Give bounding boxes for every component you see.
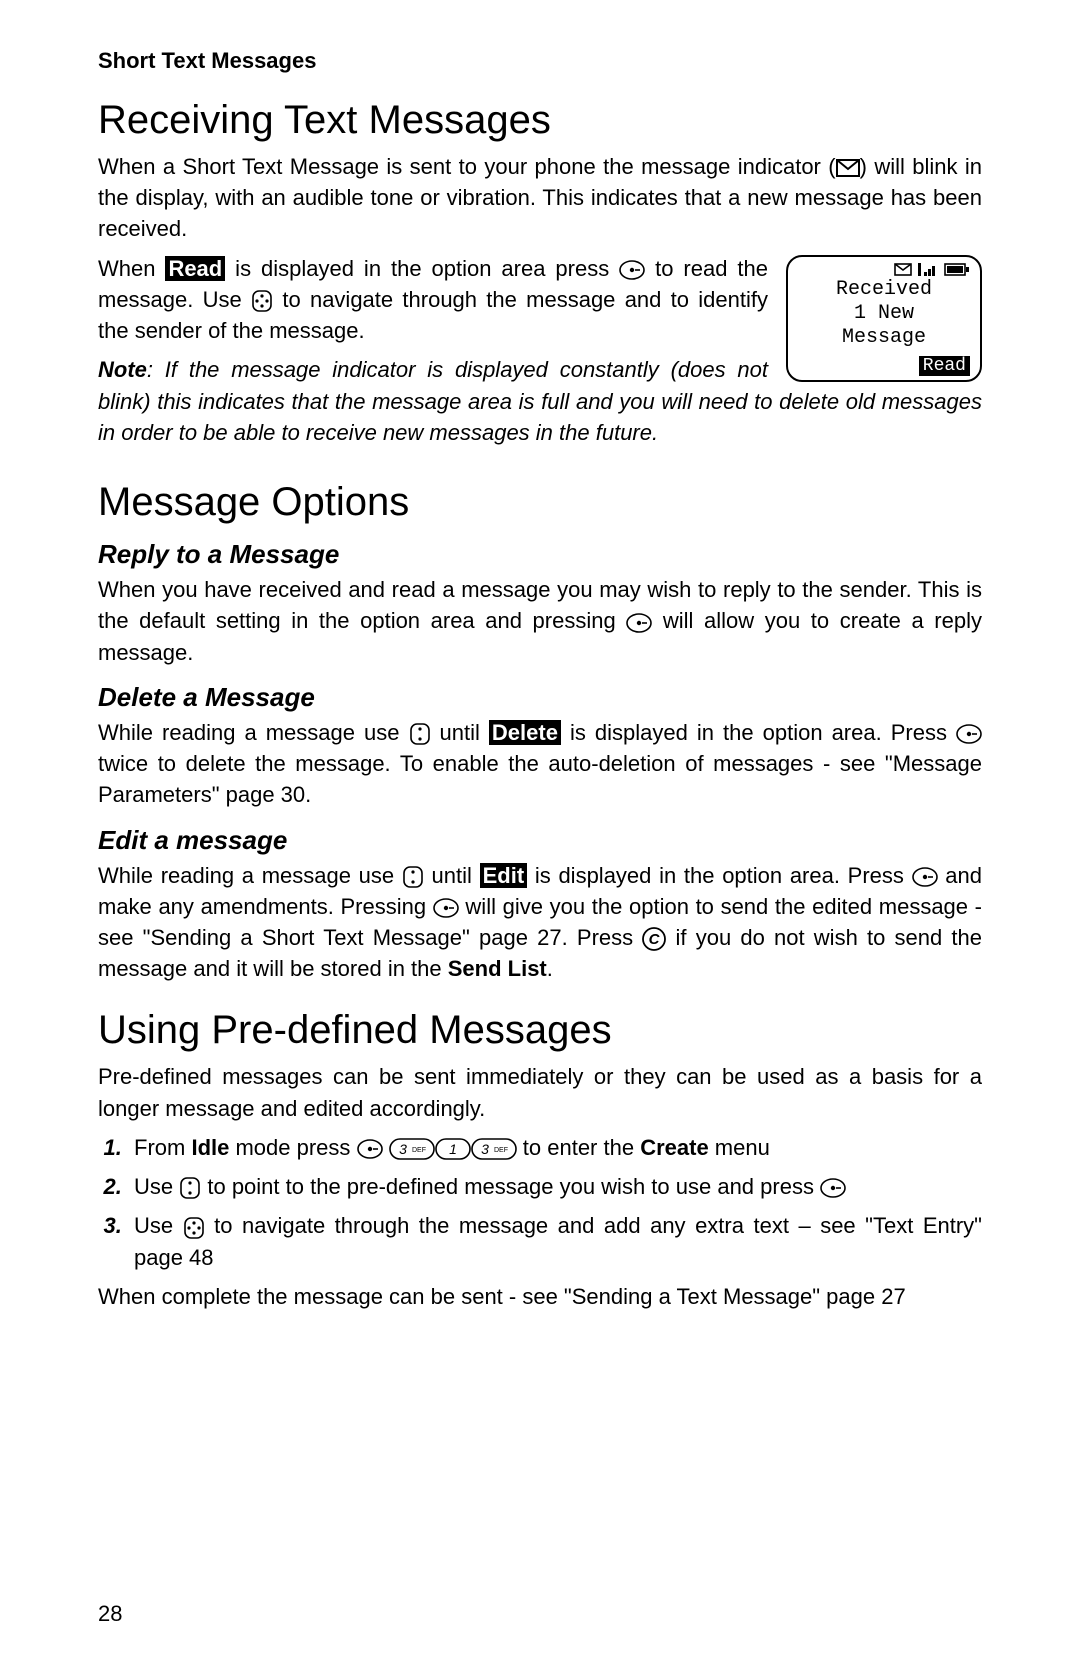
svg-text:3: 3	[399, 1141, 407, 1157]
nav-key-icon	[251, 289, 273, 313]
step-2: Use to point to the pre-defined message …	[128, 1171, 982, 1202]
step-1: From Idle mode press 3DEF13DEF to enter …	[128, 1132, 982, 1163]
svg-text:3: 3	[481, 1141, 489, 1157]
step-3: Use to navigate through the message and …	[128, 1210, 982, 1272]
nav-key-icon	[402, 865, 424, 889]
key-3-icon: 3 DEF	[471, 1138, 517, 1160]
nav-key-icon	[409, 722, 431, 746]
para-edit: While reading a message use until Edit i…	[98, 860, 982, 985]
subsection-edit: Edit a message	[98, 825, 982, 856]
send-list-label: Send List	[448, 956, 547, 981]
para-intro: When a Short Text Message is sent to you…	[98, 151, 982, 245]
status-bar	[794, 263, 974, 276]
page-header: Short Text Messages	[98, 48, 982, 74]
nav-key-icon	[183, 1216, 205, 1240]
section-title-predefined: Using Pre-defined Messages	[98, 1008, 982, 1053]
key-1-icon: 1	[435, 1138, 471, 1160]
svg-text:DEF: DEF	[494, 1147, 508, 1154]
envelope-icon	[836, 159, 860, 177]
signal-icon	[918, 263, 938, 276]
section-title-options: Message Options	[98, 480, 982, 525]
select-key-icon	[956, 724, 982, 744]
envelope-icon	[894, 263, 912, 276]
select-key-icon	[626, 613, 652, 633]
para-predefined-outro: When complete the message can be sent - …	[98, 1281, 982, 1312]
phone-screen-figure: Received 1 New Message Read	[786, 255, 982, 382]
screen-line-1: Received	[794, 278, 974, 302]
select-key-icon	[433, 898, 459, 918]
screen-line-2: 1 New	[794, 302, 974, 326]
delete-label: Delete	[489, 720, 561, 745]
section-title-receiving: Receiving Text Messages	[98, 98, 982, 143]
subsection-delete: Delete a Message	[98, 682, 982, 713]
c-key-icon: C	[642, 927, 666, 951]
screen-line-3: Message	[794, 326, 974, 350]
select-key-icon	[912, 867, 938, 887]
nav-key-icon	[179, 1176, 201, 1200]
para-delete: While reading a message use until Delete…	[98, 717, 982, 811]
read-label: Read	[165, 256, 225, 281]
battery-icon	[944, 263, 970, 276]
key-3-icon: 3 DEF	[389, 1138, 435, 1160]
para-predefined-intro: Pre-defined messages can be sent immedia…	[98, 1061, 982, 1123]
svg-text:1: 1	[449, 1141, 457, 1157]
select-key-icon	[619, 260, 645, 280]
para-reply: When you have received and read a messag…	[98, 574, 982, 668]
select-key-icon	[357, 1139, 383, 1159]
svg-text:C: C	[649, 931, 661, 948]
page-number: 28	[98, 1601, 122, 1627]
steps-list: From Idle mode press 3DEF13DEF to enter …	[128, 1132, 982, 1273]
svg-text:DEF: DEF	[412, 1147, 426, 1154]
manual-page: Short Text Messages Receiving Text Messa…	[0, 0, 1080, 1667]
subsection-reply: Reply to a Message	[98, 539, 982, 570]
screen-softkey: Read	[794, 356, 974, 376]
edit-label: Edit	[480, 863, 528, 888]
select-key-icon	[820, 1178, 846, 1198]
